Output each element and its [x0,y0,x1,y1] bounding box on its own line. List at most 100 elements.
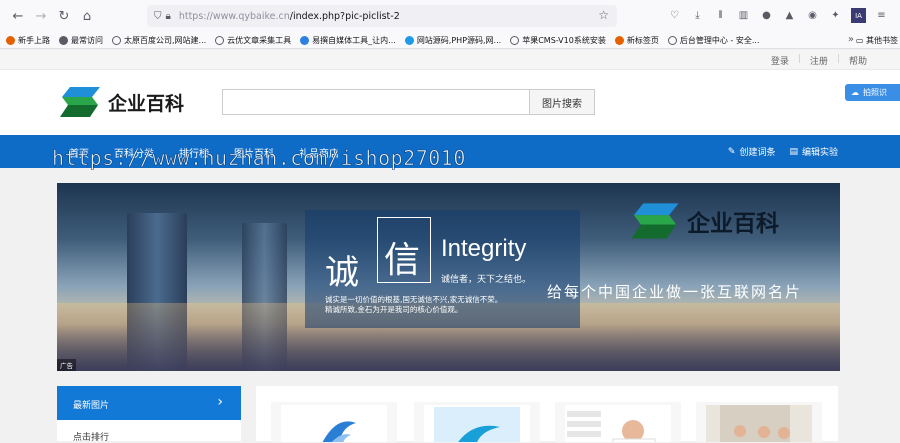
bookmark-item[interactable]: 最常访问 [59,35,103,46]
camera-icon: ☁ [851,88,859,97]
site-header: 企业百科 图片搜索 ☁ 拍照识 [0,70,900,135]
bookmark-label: 太原百度公司,网站建... [124,35,207,45]
toolbar-right-icons: ♡ ⤓ ⫴ ▥ ● ▲ ◉ ✦ IA ≡ [667,8,889,23]
divider: | [836,54,840,64]
browser-toolbar: ← → ↻ ⌂ ⛉ 🔒︎ https://www.qybaike.cn/inde… [0,0,900,32]
banner-logo-text: 企业百科 [687,211,779,237]
menu-icon[interactable]: ≡ [874,8,889,23]
image-card[interactable] [555,402,681,442]
globe-icon [112,35,121,45]
banner-paragraph-line: 精诚所致,金石为开是我司的核心价值观。 [325,305,463,314]
lock-icon[interactable]: 🔒︎ [166,11,171,22]
bookmark-item[interactable]: 新手上路 [6,35,50,46]
bookmark-label: 苹果CMS-V10系统安装 [522,35,606,45]
bookmark-item[interactable]: 网站源码,PHP源码,网... [404,35,502,46]
account-icon[interactable]: ● [759,8,774,23]
url-text: https://www.qybaike.cn/index.php?pic-pic… [179,11,400,22]
globe-icon [510,35,520,45]
web-page: 登录 | 注册 | 帮助 企业百科 图片搜索 ☁ 拍照识 首页 百科分类 排行榜 … [0,50,900,443]
nav-right-actions: ✎ 创建词条 ▤ 编辑实验 [727,145,838,159]
image-card[interactable] [414,402,540,442]
bookmark-item[interactable]: 云优文章采集工具 [215,35,291,46]
thumbnail-image [565,405,671,442]
side-item-latest-images[interactable]: 最新图片 › [57,386,241,420]
side-item-label: 最新图片 [73,401,110,411]
other-bookmarks[interactable]: ▭ 其他书签 [856,35,898,46]
site-logo[interactable]: 企业百科 [58,85,184,119]
cloud-icon [404,35,414,45]
logo-text: 企业百科 [108,92,185,115]
divider: | [797,54,801,64]
bookmark-label: 网站源码,PHP源码,网... [416,35,502,45]
side-item-click-ranking[interactable]: 点击排行 [73,430,109,443]
photo-recognize-badge[interactable]: ☁ 拍照识 [845,84,900,101]
firefox-icon [614,35,624,45]
bookmark-item[interactable]: 太原百度公司,网站建... [112,35,206,46]
download-icon[interactable]: ⤓ [690,8,705,23]
side-menu: 最新图片 › 点击排行 [57,386,241,443]
bookmark-label: 最常访问 [71,35,103,45]
watermark-text: https://www.huzhan.com/ishop27010 [52,146,466,171]
chevron-right-icon: › [217,394,223,410]
create-entry-link[interactable]: ✎ 创建词条 [727,145,776,159]
banner-integrity-sub: 诚信者，天下之结也。 [441,275,532,285]
puzzle-icon[interactable]: ✦ [828,8,843,23]
bookmark-label: 新手上路 [18,35,50,45]
library-icon[interactable]: ⫴ [713,8,728,23]
url-host: https://www.qybaike.cn [178,10,290,22]
bookmark-item[interactable]: 易撰自媒体工具_让内... [300,35,396,46]
image-card[interactable] [696,402,822,442]
bookmarks-overflow-icon[interactable]: » [848,34,854,45]
ia-icon[interactable]: IA [851,8,866,23]
login-link[interactable]: 登录 [771,54,789,67]
bookmark-label: 后台管理中心 - 安全... [679,35,760,45]
pocket-icon[interactable]: ♡ [667,8,682,23]
bookmark-label: 易撰自媒体工具_让内... [312,35,396,45]
image-card[interactable] [271,402,397,442]
banner-integrity: Integrity [441,235,527,262]
yizhuan-icon [300,35,310,45]
logo-icon [631,203,679,239]
logo-icon [60,87,100,117]
sidebar-icon[interactable]: ▥ [736,8,751,23]
help-link[interactable]: 帮助 [849,54,867,67]
bookmark-star-icon[interactable]: ☆ [598,8,609,22]
bookmark-item[interactable]: 新标签页 [614,35,659,46]
banner-char-xin: 信 [384,240,421,281]
create-entry-label: 创建词条 [739,148,776,158]
top-links: 登录 | 注册 | 帮助 [771,54,867,67]
edit-lab-label: 编辑实验 [801,148,838,158]
bookmark-label: 新标签页 [626,35,659,45]
thumbnail-image [281,405,387,442]
extension-icon[interactable]: ▲ [782,8,797,23]
back-icon[interactable]: ← [8,6,28,26]
reload-icon[interactable]: ↻ [54,6,74,26]
image-grid [256,386,838,442]
bookmark-item[interactable]: 后台管理中心 - 安全... [667,35,760,46]
ad-tag: 广告 [57,359,76,371]
home-icon[interactable]: ⌂ [77,6,97,26]
globe-icon [667,35,677,45]
register-link[interactable]: 注册 [810,54,828,67]
translate-icon[interactable]: ◉ [805,8,820,23]
url-bar[interactable]: ⛉ 🔒︎ https://www.qybaike.cn/index.php?pi… [147,5,617,27]
bookmark-item[interactable]: 苹果CMS-V10系统安装 [510,35,606,46]
document-icon: ▤ [789,146,798,157]
banner-logo: 企业百科 [629,201,779,241]
other-bookmarks-label: 其他书签 [866,36,898,45]
banner-slogan: 给每个中国企业做一张互联网名片 [547,283,803,301]
shield-icon[interactable]: ⛉ [154,11,162,22]
globe-icon [215,35,225,45]
side-badge-label: 拍照识 [863,88,887,97]
search-input[interactable] [222,89,530,115]
edit-lab-link[interactable]: ▤ 编辑实验 [789,145,838,159]
banner-ad[interactable]: 诚 信 Integrity 诚信者，天下之结也。 诚实是一切价值的根基,国无诚信… [57,183,840,371]
edit-icon: ✎ [727,146,736,157]
banner-paragraph-line: 诚实是一切价值的根基,国无诚信不兴,家无诚信不荣。 [325,295,503,304]
thumbnail-image [424,405,530,442]
bookmark-label: 云优文章采集工具 [227,35,292,45]
image-search-button[interactable]: 图片搜索 [529,89,595,115]
top-links-bar: 登录 | 注册 | 帮助 [0,50,900,70]
banner-char-cheng: 诚 [325,253,359,293]
forward-icon[interactable]: → [31,6,51,26]
